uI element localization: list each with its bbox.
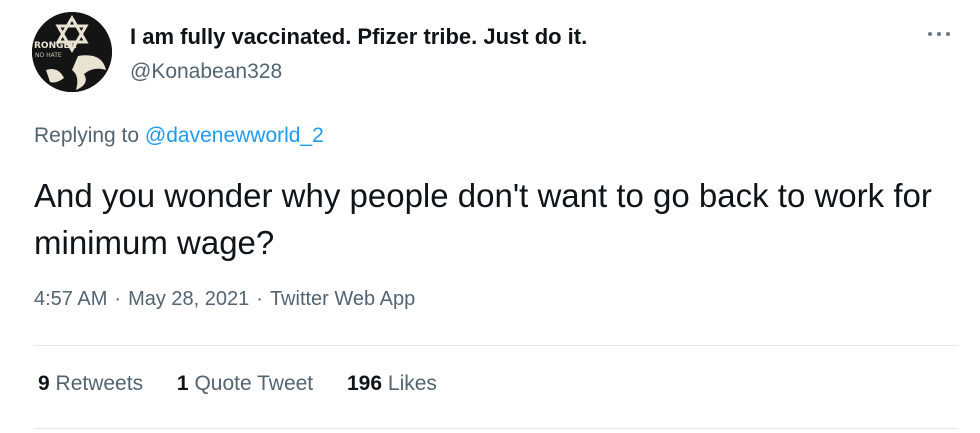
tweet-card: RONGER NO HATE I am fully vaccinated. Pf… bbox=[0, 0, 980, 433]
author-handle[interactable]: @Konabean328 bbox=[130, 60, 282, 84]
author-display-name[interactable]: I am fully vaccinated. Pfizer tribe. Jus… bbox=[130, 24, 587, 50]
quote-tweets-stat[interactable]: 1 Quote Tweet bbox=[177, 372, 313, 396]
quote-tweets-count: 1 bbox=[176, 372, 189, 395]
tweet-text: And you wonder why people don't want to … bbox=[34, 177, 932, 261]
tweet-stats: 9 Retweets 1 Quote Tweet 196 Likes bbox=[38, 372, 437, 396]
likes-stat[interactable]: 196 Likes bbox=[347, 372, 437, 396]
meta-separator: · bbox=[114, 288, 122, 310]
divider bbox=[34, 345, 958, 346]
divider bbox=[34, 428, 958, 429]
retweets-count: 9 bbox=[38, 372, 50, 395]
author-avatar[interactable]: RONGER NO HATE bbox=[32, 12, 112, 92]
tweet-source[interactable]: Twitter Web App bbox=[270, 288, 415, 310]
likes-label: Likes bbox=[387, 372, 437, 395]
quote-tweets-label: Quote Tweet bbox=[194, 372, 314, 395]
meta-separator: · bbox=[256, 288, 263, 310]
retweets-label: Retweets bbox=[55, 372, 144, 395]
avatar-text: RONGER bbox=[34, 41, 77, 51]
more-options-icon[interactable] bbox=[924, 22, 954, 46]
tweet-date[interactable]: May 28, 2021 bbox=[128, 288, 249, 310]
tweet-meta: 4:57 AM · May 28, 2021 · Twitter Web App bbox=[34, 288, 415, 311]
tweet-time[interactable]: 4:57 AM bbox=[34, 288, 107, 310]
likes-count: 196 bbox=[347, 372, 383, 395]
reply-mention-link[interactable]: @davenewworld_2 bbox=[145, 124, 324, 147]
replying-to: Replying to @davenewworld_2 bbox=[34, 124, 324, 148]
retweets-stat[interactable]: 9 Retweets bbox=[38, 372, 143, 396]
avatar-subtext: NO HATE bbox=[35, 52, 62, 59]
replying-to-label: Replying to bbox=[34, 124, 140, 147]
